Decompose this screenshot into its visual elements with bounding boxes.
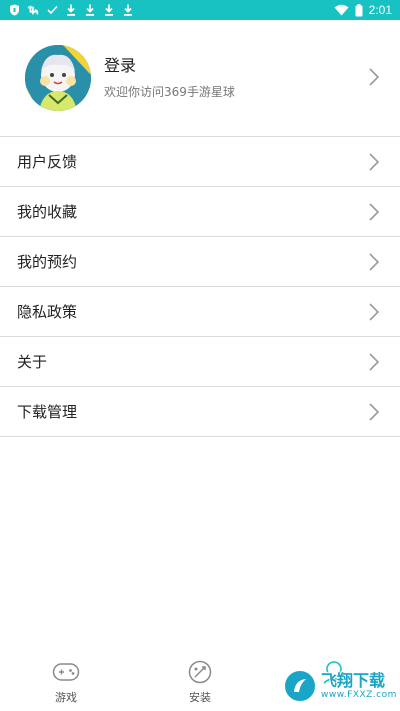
menu-item-feedback[interactable]: 用户反馈 xyxy=(0,137,400,187)
gamepad-icon xyxy=(52,660,80,684)
wifi-icon xyxy=(334,4,349,16)
status-system: 2:01 xyxy=(334,3,392,17)
menu-item-label: 关于 xyxy=(17,353,48,371)
check-icon xyxy=(46,3,58,17)
menu-item-about[interactable]: 关于 xyxy=(0,337,400,387)
chevron-right-icon xyxy=(368,402,380,422)
chevron-right-icon xyxy=(368,202,380,222)
nav-tab-games[interactable]: 游戏 xyxy=(31,660,101,708)
watermark: 飞翔下载 www.FXXZ.com xyxy=(283,664,398,708)
chevron-right-icon xyxy=(368,352,380,372)
chevron-right-icon xyxy=(368,302,380,322)
nav-label: 安装 xyxy=(189,691,211,704)
watermark-url: www.FXXZ.com xyxy=(321,689,397,700)
menu-item-label: 我的收藏 xyxy=(17,203,78,221)
status-bar: 2:01 xyxy=(0,0,400,20)
app-icon xyxy=(27,3,39,17)
download-icon xyxy=(65,3,77,17)
shield-icon xyxy=(8,3,20,17)
nav-label: 游戏 xyxy=(55,691,77,704)
menu-item-label: 下载管理 xyxy=(17,403,78,421)
download-icon xyxy=(84,3,96,17)
watermark-logo-icon xyxy=(283,669,317,703)
menu-list: 用户反馈 我的收藏 我的预约 隐私政策 关于 下载管理 xyxy=(0,137,400,437)
status-time: 2:01 xyxy=(368,3,392,17)
login-label[interactable]: 登录 xyxy=(104,56,235,76)
welcome-text: 欢迎你访问369手游星球 xyxy=(104,85,235,99)
menu-item-downloads[interactable]: 下载管理 xyxy=(0,387,400,437)
chevron-right-icon xyxy=(368,252,380,272)
watermark-title: 飞翔下载 xyxy=(321,670,386,690)
download-icon xyxy=(103,3,115,17)
menu-item-label: 我的预约 xyxy=(17,253,78,271)
menu-item-reservations[interactable]: 我的预约 xyxy=(0,237,400,287)
chevron-right-icon xyxy=(368,67,380,87)
battery-icon xyxy=(355,3,363,17)
nav-tab-install[interactable]: 安装 xyxy=(165,660,235,708)
profile-header[interactable]: 登录 欢迎你访问369手游星球 xyxy=(0,20,400,136)
watermark-text: 飞翔下载 www.FXXZ.com xyxy=(321,670,397,701)
app-screen: 2:01 登录 欢迎你访问369手游星球 用户反馈 我的收藏 我的预约 隐私政策… xyxy=(0,0,400,711)
download-icon xyxy=(122,3,134,17)
status-notifications xyxy=(8,3,134,17)
menu-item-privacy[interactable]: 隐私政策 xyxy=(0,287,400,337)
profile-text: 登录 欢迎你访问369手游星球 xyxy=(104,56,235,100)
chevron-right-icon xyxy=(368,152,380,172)
menu-item-favorites[interactable]: 我的收藏 xyxy=(0,187,400,237)
menu-item-label: 用户反馈 xyxy=(17,153,78,171)
install-icon xyxy=(186,660,214,684)
menu-item-label: 隐私政策 xyxy=(17,303,78,321)
avatar[interactable] xyxy=(25,45,91,111)
